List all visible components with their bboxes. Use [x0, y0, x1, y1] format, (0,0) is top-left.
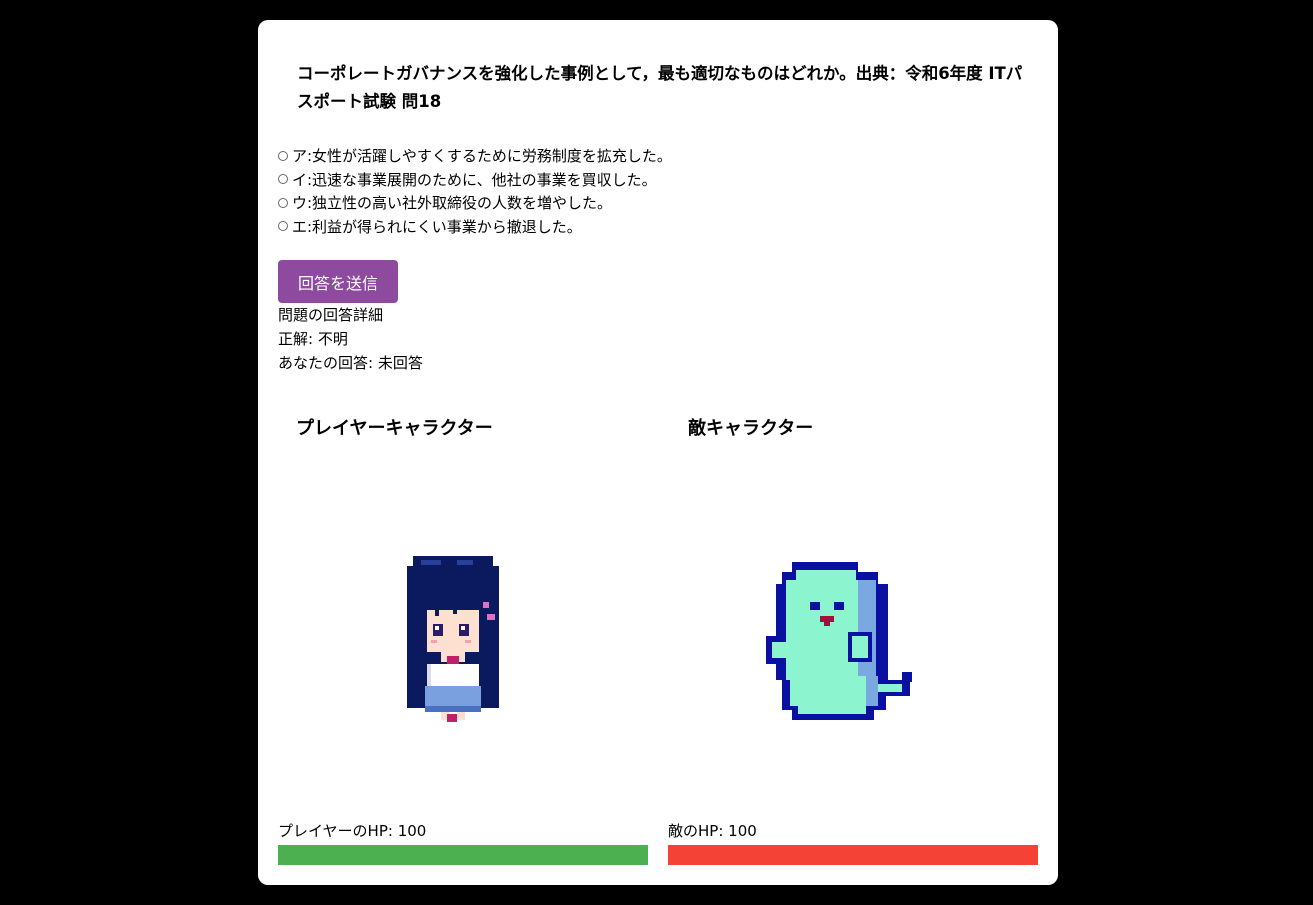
correct-answer: 正解: 不明 — [278, 330, 348, 348]
quiz-card: コーポレートガバナンスを強化した事例として，最も適切なものはどれか。出典：令和6… — [258, 20, 1058, 885]
option-a-label: ア:女性が活躍しやすくするために労務制度を拡充した。 — [292, 147, 672, 166]
question-text: コーポレートガバナンスを強化した事例として，最も適切なものはどれか。出典：令和6… — [297, 64, 1023, 111]
player-hp-fill — [278, 845, 648, 865]
details-title: 問題の回答詳細 — [278, 306, 384, 324]
radio-i[interactable] — [278, 174, 288, 185]
option-e-label: エ:利益が得られにくい事業から撤退した。 — [292, 217, 582, 236]
player-title: プレイヤーキャラクター — [296, 418, 493, 439]
radio-e[interactable] — [278, 221, 288, 232]
enemy-title: 敵キャラクター — [688, 418, 814, 439]
enemy-hp-bar — [668, 845, 1038, 865]
option-i-label: イ:迅速な事業展開のために、他社の事業を買収した。 — [292, 170, 657, 189]
your-answer: あなたの回答: 未回答 — [278, 354, 423, 372]
radio-a[interactable] — [278, 150, 288, 161]
enemy-hp-label: 敵のHP: 100 — [668, 822, 757, 840]
option-i[interactable]: イ:迅速な事業展開のために、他社の事業を買収した。 — [278, 168, 1018, 192]
option-a[interactable]: ア:女性が活躍しやすくするために労務制度を拡充した。 — [278, 144, 1018, 168]
enemy-hp-fill — [668, 845, 1038, 865]
player-hp-label: プレイヤーのHP: 100 — [278, 822, 427, 840]
pixel-ghost-icon — [766, 562, 912, 720]
option-u-label: ウ:独立性の高い社外取締役の人数を増やした。 — [292, 194, 613, 213]
option-e[interactable]: エ:利益が得られにくい事業から撤退した。 — [278, 215, 1018, 239]
submit-answer-button[interactable]: 回答を送信 — [278, 260, 398, 303]
option-u[interactable]: ウ:独立性の高い社外取締役の人数を増やした。 — [278, 191, 1018, 215]
answer-details: 問題の回答詳細 正解: 不明 あなたの回答: 未回答 — [278, 303, 423, 375]
radio-u[interactable] — [278, 197, 288, 208]
player-hp-bar — [278, 845, 648, 865]
pixel-girl-icon — [407, 556, 499, 722]
answer-options: ア:女性が活躍しやすくするために労務制度を拡充した。 イ:迅速な事業展開のために… — [278, 144, 1018, 238]
